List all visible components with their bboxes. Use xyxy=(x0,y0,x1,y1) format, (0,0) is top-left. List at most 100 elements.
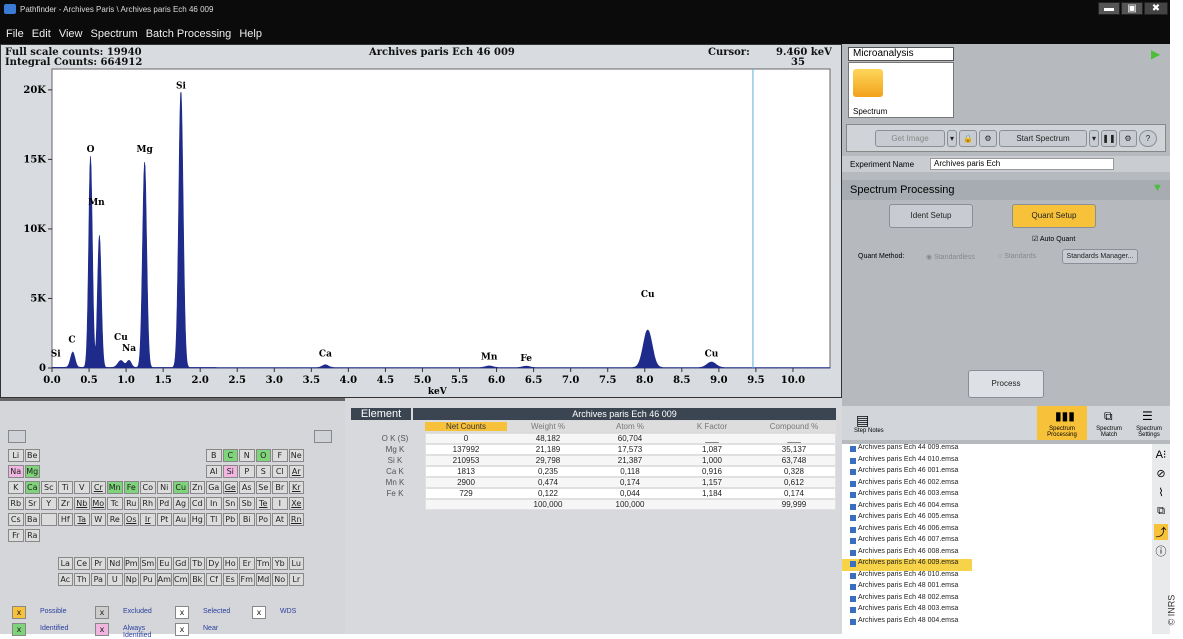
scroll-left-button[interactable] xyxy=(8,430,26,443)
element-os[interactable]: Os xyxy=(123,513,139,526)
element-np[interactable]: Np xyxy=(123,573,139,586)
file-list-item[interactable]: Archives paris Ech 48 001.emsa xyxy=(842,582,1152,594)
element-sm[interactable]: Sm xyxy=(140,557,156,570)
element-xe[interactable]: Xe xyxy=(288,497,304,510)
help-icon[interactable]: ? xyxy=(1139,130,1157,147)
element-tb[interactable]: Tb xyxy=(189,557,205,570)
element-dy[interactable]: Dy xyxy=(206,557,222,570)
element-pm[interactable]: Pm xyxy=(123,557,139,570)
element-te[interactable]: Te xyxy=(255,497,271,510)
element-ni[interactable]: Ni xyxy=(156,481,172,494)
element-zn[interactable]: Zn xyxy=(189,481,205,494)
element-rh[interactable]: Rh xyxy=(140,497,156,510)
menu-spectrum[interactable]: Spectrum xyxy=(91,28,138,40)
column-header[interactable]: Atom % xyxy=(589,422,671,431)
file-list-item[interactable]: Archives paris Ech 46 003.emsa xyxy=(842,490,1152,502)
element-tm[interactable]: Tm xyxy=(255,557,271,570)
file-list-item[interactable]: Archives paris Ech 46 002.emsa xyxy=(842,479,1152,491)
tab-spectrum-settings[interactable]: ☰ Spectrum Settings xyxy=(1130,406,1168,440)
element-o[interactable]: O xyxy=(255,449,271,462)
element-no[interactable]: No xyxy=(272,573,288,586)
element-kr[interactable]: Kr xyxy=(288,481,304,494)
element-ca[interactable]: Ca xyxy=(24,481,40,494)
get-image-button[interactable]: Get Image xyxy=(875,130,945,147)
element-ta[interactable]: Ta xyxy=(74,513,90,526)
element-sn[interactable]: Sn xyxy=(222,497,238,510)
element-sb[interactable]: Sb xyxy=(239,497,255,510)
element-mn[interactable]: Mn xyxy=(107,481,123,494)
element-la[interactable]: La xyxy=(57,557,73,570)
element-cl[interactable]: Cl xyxy=(272,465,288,478)
element-pa[interactable]: Pa xyxy=(90,573,106,586)
element-ar[interactable]: Ar xyxy=(288,465,304,478)
file-list-item[interactable]: Archives paris Ech 48 002.emsa xyxy=(842,594,1152,606)
element-u[interactable]: U xyxy=(107,573,123,586)
file-list-item[interactable]: Archives paris Ech 44 009.emsa xyxy=(842,444,1152,456)
menu-help[interactable]: Help xyxy=(239,28,262,40)
element-cu[interactable]: Cu xyxy=(173,481,189,494)
element-tc[interactable]: Tc xyxy=(107,497,123,510)
element-sr[interactable]: Sr xyxy=(24,497,40,510)
get-image-dropdown[interactable]: ▾ xyxy=(947,130,957,147)
element-bi[interactable]: Bi xyxy=(239,513,255,526)
auto-quant-checkbox[interactable]: ☑ Auto Quant xyxy=(1032,235,1075,243)
file-list-item[interactable]: Archives paris Ech 46 006.emsa xyxy=(842,525,1152,537)
menu-batch-processing[interactable]: Batch Processing xyxy=(146,28,232,40)
quant-setup-button[interactable]: Quant Setup xyxy=(1012,204,1096,228)
minimize-button[interactable]: ▬ xyxy=(1098,2,1120,15)
pause-icon[interactable]: ❚❚ xyxy=(1101,130,1117,147)
element-li[interactable]: Li xyxy=(8,449,24,462)
element-v[interactable]: V xyxy=(74,481,90,494)
element-md[interactable]: Md xyxy=(255,573,271,586)
file-list-item[interactable]: Archives paris Ech 48 003.emsa xyxy=(842,605,1152,617)
element-nb[interactable]: Nb xyxy=(74,497,90,510)
element-c[interactable]: C xyxy=(222,449,238,462)
element-pd[interactable]: Pd xyxy=(156,497,172,510)
element-ho[interactable]: Ho xyxy=(222,557,238,570)
lock-icon[interactable]: 🔒 xyxy=(959,130,977,147)
element-si[interactable]: Si xyxy=(222,465,238,478)
element-at[interactable]: At xyxy=(272,513,288,526)
column-header[interactable]: Compound % xyxy=(753,422,835,431)
element-ne[interactable]: Ne xyxy=(288,449,304,462)
element-mo[interactable]: Mo xyxy=(90,497,106,510)
element-am[interactable]: Am xyxy=(156,573,172,586)
element-se[interactable]: Se xyxy=(255,481,271,494)
element-ir[interactable]: Ir xyxy=(140,513,156,526)
element-re[interactable]: Re xyxy=(107,513,123,526)
close-button[interactable]: ✖ xyxy=(1144,2,1168,15)
tab-spectrum-match[interactable]: ⧉ Spectrum Match xyxy=(1092,406,1126,440)
element-rb[interactable]: Rb xyxy=(8,497,24,510)
element-s[interactable]: S xyxy=(255,465,271,478)
spectrum-panel[interactable]: Full scale counts: 19940 Integral Counts… xyxy=(0,44,842,398)
element-cm[interactable]: Cm xyxy=(173,573,189,586)
element-cs[interactable]: Cs xyxy=(8,513,24,526)
element-ga[interactable]: Ga xyxy=(206,481,222,494)
element-p[interactable]: P xyxy=(239,465,255,478)
menu-edit[interactable]: Edit xyxy=(32,28,51,40)
file-list-item[interactable]: Archives paris Ech 46 004.emsa xyxy=(842,502,1152,514)
start-spectrum-dropdown[interactable]: ▾ xyxy=(1089,130,1099,147)
element-k[interactable]: K xyxy=(8,481,24,494)
element-w[interactable]: W xyxy=(90,513,106,526)
element-be[interactable]: Be xyxy=(24,449,40,462)
element-as[interactable]: As xyxy=(239,481,255,494)
maximize-button[interactable]: ▣ xyxy=(1121,2,1143,15)
element-rn[interactable]: Rn xyxy=(288,513,304,526)
info-icon[interactable]: ⓘ xyxy=(1154,543,1168,559)
start-spectrum-button[interactable]: Start Spectrum xyxy=(999,130,1087,147)
settings-icon[interactable]: ⚙ xyxy=(979,130,997,147)
standards-manager-button[interactable]: Standards Manager... xyxy=(1062,249,1138,264)
element-pt[interactable]: Pt xyxy=(156,513,172,526)
ident-setup-button[interactable]: Ident Setup xyxy=(889,204,973,228)
file-list-item[interactable]: Archives paris Ech 46 007.emsa xyxy=(842,536,1152,548)
element-ba[interactable]: Ba xyxy=(24,513,40,526)
file-list[interactable]: Archives paris Ech 44 009.emsa Archives p… xyxy=(842,444,1152,634)
element-eu[interactable]: Eu xyxy=(156,557,172,570)
element-in[interactable]: In xyxy=(206,497,222,510)
element-tl[interactable]: Tl xyxy=(206,513,222,526)
element-ru[interactable]: Ru xyxy=(123,497,139,510)
element-br[interactable]: Br xyxy=(272,481,288,494)
element-cr[interactable]: Cr xyxy=(90,481,106,494)
element-hg[interactable]: Hg xyxy=(189,513,205,526)
